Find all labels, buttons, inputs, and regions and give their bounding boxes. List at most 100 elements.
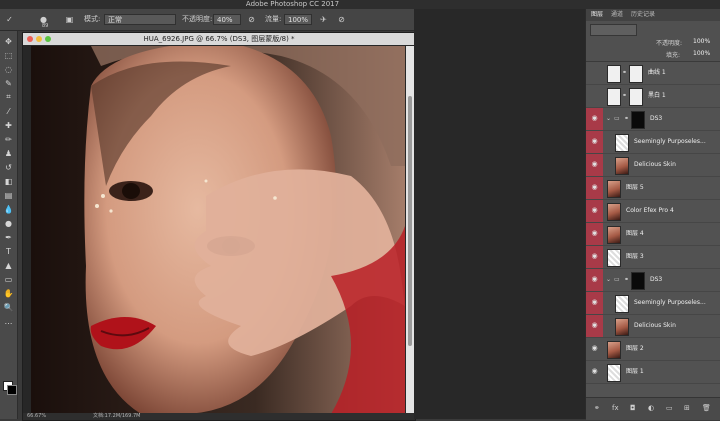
new-layer-icon[interactable]: ⊞: [684, 404, 690, 412]
dodge-tool-icon[interactable]: ●: [2, 217, 15, 229]
layer-style-icon[interactable]: fx: [612, 404, 619, 412]
tab-channels[interactable]: 通道: [611, 9, 623, 21]
layer-name: 图层 1: [626, 368, 644, 375]
vertical-scrollbar[interactable]: [406, 46, 414, 414]
eye-icon: ◉: [591, 298, 598, 306]
image-canvas[interactable]: [31, 46, 405, 414]
layer-thumbnail: [607, 88, 621, 106]
mask-link-icon[interactable]: ⚭: [622, 69, 627, 76]
group-expand-icon[interactable]: ⌄: [606, 276, 611, 283]
opacity-input[interactable]: 40%: [213, 14, 241, 25]
layer-thumbnail: [615, 295, 629, 313]
mask-link-icon[interactable]: ⚭: [622, 92, 627, 99]
hand-tool-icon[interactable]: ✋: [2, 287, 15, 299]
quick-select-icon[interactable]: ✎: [2, 77, 15, 89]
visibility-toggle[interactable]: ◉: [586, 315, 603, 337]
group-expand-icon[interactable]: ⌄: [606, 115, 611, 122]
visibility-toggle[interactable]: ◉: [586, 177, 603, 199]
delete-layer-icon[interactable]: 🗑: [702, 404, 711, 412]
visibility-toggle[interactable]: ◉: [586, 131, 603, 153]
visibility-toggle[interactable]: ◉: [586, 269, 603, 291]
layer-row[interactable]: ◉ 图层 1: [586, 361, 720, 384]
brush-panel-icon[interactable]: ▣: [64, 14, 75, 25]
brush-tool-icon[interactable]: ✓: [4, 14, 15, 25]
background-color-swatch[interactable]: [7, 385, 17, 395]
more-tools-icon[interactable]: …: [2, 315, 15, 327]
layer-mask-thumbnail[interactable]: [631, 272, 645, 290]
layer-row[interactable]: ◉ 图层 4: [586, 223, 720, 246]
zoom-tool-icon[interactable]: 🔍: [2, 301, 15, 313]
visibility-toggle[interactable]: ◉: [586, 154, 603, 176]
layer-row[interactable]: ◉ Seemingly Purposeles...: [586, 131, 720, 154]
layer-row[interactable]: ◉ Delicious Skin: [586, 154, 720, 177]
layer-opacity-label: 不透明度:: [656, 40, 683, 47]
visibility-toggle[interactable]: ◉: [586, 292, 603, 314]
blur-tool-icon[interactable]: 💧: [2, 203, 15, 215]
pressure-size-icon[interactable]: ⊘: [336, 14, 347, 25]
eraser-tool-icon[interactable]: ◧: [2, 175, 15, 187]
layer-mask-thumbnail[interactable]: [629, 65, 643, 83]
layer-row[interactable]: ◉ 图层 3: [586, 246, 720, 269]
layer-filter-select[interactable]: [590, 24, 637, 36]
airbrush-icon[interactable]: ✈: [318, 14, 329, 25]
minimize-window-button[interactable]: [36, 36, 42, 42]
scrollbar-thumb[interactable]: [408, 96, 412, 346]
tab-layers[interactable]: 图层: [591, 9, 603, 21]
mask-link-icon[interactable]: ⚭: [624, 115, 629, 122]
tools-panel: ✥ ⬚ ◌ ✎ ⌗ ⁄ ✚ ✏ ♟ ↺ ◧ ▤ 💧 ● ✒ T ▲ ▭ ✋ 🔍 …: [0, 31, 18, 419]
brush-tool-icon[interactable]: ✏: [2, 133, 15, 145]
adjustment-layer-icon[interactable]: ◐: [648, 404, 654, 412]
marquee-tool-icon[interactable]: ⬚: [2, 49, 15, 61]
flow-input[interactable]: 100%: [284, 14, 312, 25]
visibility-toggle[interactable]: ◉: [586, 361, 603, 383]
layer-row[interactable]: ◉ 图层 5: [586, 177, 720, 200]
visibility-toggle[interactable]: ◉: [586, 223, 603, 245]
eyedropper-icon[interactable]: ⁄: [2, 105, 15, 117]
pen-tool-icon[interactable]: ✒: [2, 231, 15, 243]
clone-stamp-icon[interactable]: ♟: [2, 147, 15, 159]
crop-tool-icon[interactable]: ⌗: [2, 91, 15, 103]
layer-row[interactable]: ◉ Seemingly Purposeles...: [586, 292, 720, 315]
layer-row[interactable]: ◉ 图层 2: [586, 338, 720, 361]
layer-name: Delicious Skin: [634, 322, 676, 329]
move-tool-icon[interactable]: ✥: [2, 35, 15, 47]
layer-mask-thumbnail[interactable]: [631, 111, 645, 129]
layer-row[interactable]: ⚭ 黑白 1: [586, 85, 720, 108]
zoom-window-button[interactable]: [45, 36, 51, 42]
shape-tool-icon[interactable]: ▭: [2, 273, 15, 285]
type-tool-icon[interactable]: T: [2, 245, 15, 257]
layer-row[interactable]: ⚭ 曲线 1: [586, 62, 720, 85]
link-layers-icon[interactable]: ⚭: [594, 404, 600, 412]
gradient-tool-icon[interactable]: ▤: [2, 189, 15, 201]
close-window-button[interactable]: [27, 36, 33, 42]
layer-row[interactable]: ◉ Color Efex Pro 4: [586, 200, 720, 223]
eye-icon: ◉: [591, 344, 598, 352]
opacity-pressure-icon[interactable]: ⊘: [246, 14, 257, 25]
visibility-toggle[interactable]: [586, 85, 603, 107]
visibility-toggle[interactable]: [586, 62, 603, 84]
app-title-bar: Adobe Photoshop CC 2017: [0, 0, 720, 9]
mode-select[interactable]: 正常: [104, 14, 176, 25]
layer-fill-value[interactable]: 100%: [693, 50, 710, 57]
history-brush-icon[interactable]: ↺: [2, 161, 15, 173]
visibility-toggle[interactable]: ◉: [586, 108, 603, 130]
layer-row[interactable]: ◉ Delicious Skin: [586, 315, 720, 338]
lasso-tool-icon[interactable]: ◌: [2, 63, 15, 75]
visibility-toggle[interactable]: ◉: [586, 200, 603, 222]
path-select-icon[interactable]: ▲: [2, 259, 15, 271]
layer-name: Color Efex Pro 4: [626, 207, 674, 214]
layer-opacity-value[interactable]: 100%: [693, 38, 710, 45]
eye-icon: ◉: [591, 367, 598, 375]
tab-history[interactable]: 历史记录: [631, 9, 655, 21]
mask-link-icon[interactable]: ⚭: [624, 276, 629, 283]
visibility-toggle[interactable]: ◉: [586, 338, 603, 360]
add-mask-icon[interactable]: ◘: [630, 404, 636, 412]
eye-icon: ◉: [591, 206, 598, 214]
new-group-icon[interactable]: ▭: [666, 404, 673, 412]
visibility-toggle[interactable]: ◉: [586, 246, 603, 268]
layer-name: 曲线 1: [648, 69, 666, 76]
layer-mask-thumbnail[interactable]: [629, 88, 643, 106]
layer-row[interactable]: ◉ ⌄ ▭ ⚭ DS3: [586, 269, 720, 292]
layer-row[interactable]: ◉ ⌄ ▭ ⚭ DS3: [586, 108, 720, 131]
healing-brush-icon[interactable]: ✚: [2, 119, 15, 131]
